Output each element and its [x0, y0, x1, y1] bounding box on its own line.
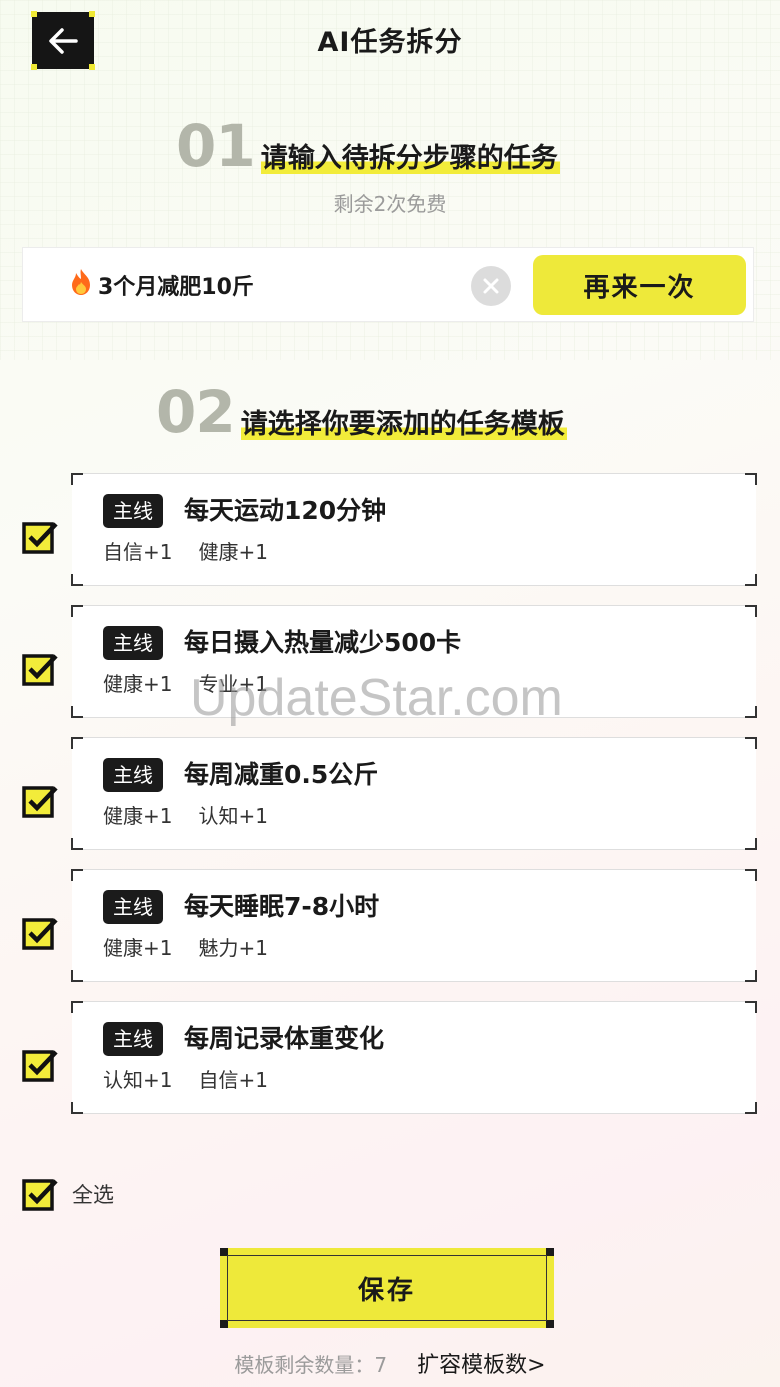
task-attributes: 认知+1 自信+1	[103, 1064, 268, 1093]
task-attributes: 健康+1 专业+1	[103, 668, 268, 697]
task-checkbox[interactable]	[22, 916, 60, 950]
template-remaining-count: 模板剩余数量：7	[234, 1353, 388, 1377]
step1-number: 01	[176, 112, 256, 180]
task-template-row[interactable]: 主线 每天运动120分钟 自信+1 健康+1	[0, 473, 780, 586]
task-card[interactable]: 主线 每周记录体重变化 认知+1 自信+1	[71, 1001, 757, 1114]
step1-title: 请输入待拆分步骤的任务	[260, 143, 560, 174]
task-attribute: 健康+1	[198, 540, 268, 564]
task-attributes: 健康+1 魅力+1	[103, 932, 268, 961]
clear-input-button[interactable]	[471, 266, 511, 306]
step2-number: 02	[156, 378, 236, 446]
task-checkbox[interactable]	[22, 652, 60, 686]
footer: 模板剩余数量：7 扩容模板数>	[0, 1347, 780, 1379]
task-attribute: 健康+1	[103, 936, 173, 960]
task-template-row[interactable]: 主线 每周记录体重变化 认知+1 自信+1	[0, 1001, 780, 1114]
remaining-free-count: 剩余2次免费	[333, 192, 447, 216]
task-attribute: 认知+1	[198, 804, 268, 828]
task-attribute: 健康+1	[103, 804, 173, 828]
task-attribute: 魅力+1	[198, 936, 268, 960]
task-checkbox[interactable]	[22, 520, 60, 554]
task-attributes: 健康+1 认知+1	[103, 800, 268, 829]
select-all-label: 全选	[72, 1183, 114, 1207]
step2-heading: 02 请选择你要添加的任务模板	[156, 378, 567, 446]
task-card[interactable]: 主线 每天睡眠7-8小时 健康+1 魅力+1	[71, 869, 757, 982]
task-template-row[interactable]: 主线 每日摄入热量减少500卡 健康+1 专业+1	[0, 605, 780, 718]
step1-heading: 01 请输入待拆分步骤的任务	[176, 112, 560, 180]
task-tag: 主线	[103, 890, 163, 924]
task-card[interactable]: 主线 每周减重0.5公斤 健康+1 认知+1	[71, 737, 757, 850]
select-all-toggle[interactable]: 全选	[22, 1177, 114, 1211]
expand-templates-link[interactable]: 扩容模板数>	[417, 1347, 545, 1379]
task-template-row[interactable]: 主线 每天睡眠7-8小时 健康+1 魅力+1	[0, 869, 780, 982]
task-card[interactable]: 主线 每日摄入热量减少500卡 健康+1 专业+1	[71, 605, 757, 718]
task-title: 每天运动120分钟	[184, 496, 387, 525]
task-template-row[interactable]: 主线 每周减重0.5公斤 健康+1 认知+1	[0, 737, 780, 850]
task-attribute: 自信+1	[198, 1068, 268, 1092]
task-attribute: 专业+1	[198, 672, 268, 696]
task-input-card: 3个月减肥10斤 再来一次	[22, 247, 754, 322]
task-title: 每日摄入热量减少500卡	[184, 628, 462, 657]
select-all-checkbox[interactable]	[22, 1177, 60, 1211]
task-title: 每周记录体重变化	[184, 1024, 385, 1053]
task-title: 每天睡眠7-8小时	[184, 892, 380, 921]
task-input-field[interactable]: 3个月减肥10斤	[68, 268, 254, 302]
task-attribute: 认知+1	[103, 1068, 173, 1092]
close-icon	[483, 278, 499, 294]
task-title: 每周减重0.5公斤	[184, 760, 379, 789]
step2-title: 请选择你要添加的任务模板	[240, 409, 567, 440]
page-title: AI任务拆分	[317, 27, 463, 58]
task-tag: 主线	[103, 494, 163, 528]
task-attribute: 自信+1	[103, 540, 173, 564]
fire-icon	[68, 268, 94, 302]
save-button[interactable]: 保存	[220, 1248, 554, 1328]
task-tag: 主线	[103, 626, 163, 660]
task-attributes: 自信+1 健康+1	[103, 536, 268, 565]
task-tag: 主线	[103, 758, 163, 792]
task-checkbox[interactable]	[22, 1048, 60, 1082]
task-tag: 主线	[103, 1022, 163, 1056]
retry-button[interactable]: 再来一次	[533, 255, 746, 315]
task-card[interactable]: 主线 每天运动120分钟 自信+1 健康+1	[71, 473, 757, 586]
save-button-label: 保存	[227, 1255, 547, 1321]
task-checkbox[interactable]	[22, 784, 60, 818]
task-attribute: 健康+1	[103, 672, 173, 696]
task-input-value: 3个月减肥10斤	[98, 275, 254, 300]
